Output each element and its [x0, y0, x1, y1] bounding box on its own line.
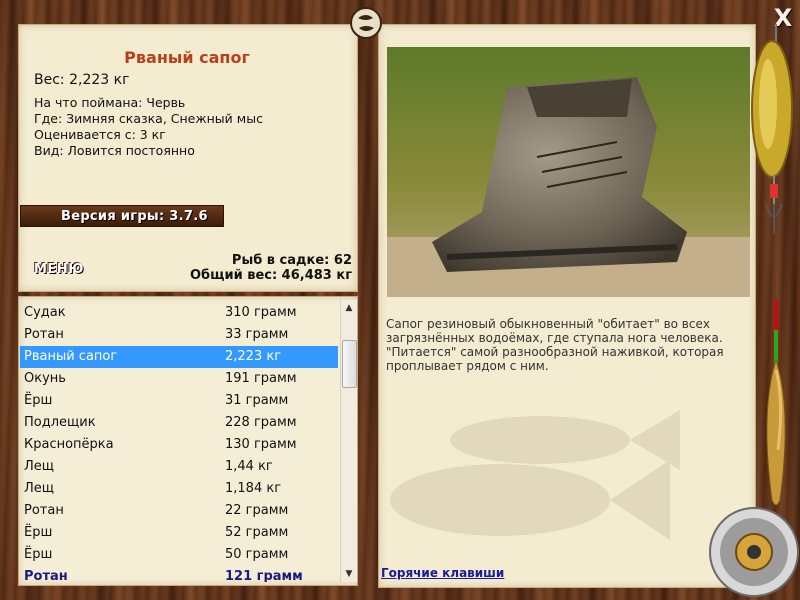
- spoon-lure-icon: [751, 24, 793, 234]
- hotkeys-link[interactable]: Горячие клавиши: [381, 566, 504, 580]
- list-item-weight: 121 грамм: [225, 569, 303, 582]
- fish-watermark-icon: [390, 410, 680, 540]
- catch-list[interactable]: Судак 310 грамм Ротан 33 грамм Рваный сапог 2…: [20, 302, 338, 582]
- list-item[interactable]: Ротан 121 грамм: [20, 566, 338, 582]
- list-item-weight: 2,223 кг: [225, 349, 282, 364]
- caught-with-text: На что поймана: Червь: [34, 95, 186, 110]
- game-version-banner: Версия игры: 3.7.6: [20, 205, 224, 227]
- list-item-weight: 1,184 кг: [225, 481, 282, 496]
- keepnet-stats: Рыб в садке: 62 Общий вес: 46,483 кг: [180, 253, 352, 283]
- fish-photo: [387, 47, 750, 297]
- list-item-weight: 22 грамм: [225, 503, 289, 518]
- list-item[interactable]: Рваный сапог 2,223 кг: [20, 346, 338, 368]
- list-item[interactable]: Окунь 191 грамм: [20, 368, 338, 390]
- list-item-weight: 50 грамм: [225, 547, 289, 562]
- fishing-float-icon: [766, 300, 786, 506]
- list-item-name: Подлещик: [24, 415, 96, 430]
- list-item-name: Окунь: [24, 371, 66, 386]
- list-item-weight: 191 грамм: [225, 371, 297, 386]
- scroll-down-arrow-icon[interactable]: ▼: [341, 566, 357, 582]
- list-item-weight: 228 грамм: [225, 415, 297, 430]
- fish-details: На что поймана: Червь Где: Зимняя сказка…: [34, 95, 263, 159]
- list-item[interactable]: Краснопёрка 130 грамм: [20, 434, 338, 456]
- fishing-line-spool-icon: [709, 507, 799, 597]
- list-item[interactable]: Ёрш 31 грамм: [20, 390, 338, 412]
- list-item[interactable]: Лещ 1,184 кг: [20, 478, 338, 500]
- list-item-weight: 31 грамм: [225, 393, 289, 408]
- valued-from-text: Оценивается с: 3 кг: [34, 127, 166, 142]
- list-item-name: Ротан: [24, 569, 68, 582]
- list-item-name: Рваный сапог: [24, 349, 118, 364]
- list-item[interactable]: Ротан 22 грамм: [20, 500, 338, 522]
- list-item-weight: 310 грамм: [225, 305, 297, 320]
- list-item-name: Ёрш: [24, 393, 53, 408]
- scroll-up-arrow-icon[interactable]: ▲: [341, 300, 357, 316]
- list-item-name: Ёрш: [24, 547, 53, 562]
- list-item[interactable]: Ёрш 50 грамм: [20, 544, 338, 566]
- fish-type-text: Вид: Ловится постоянно: [34, 143, 195, 158]
- fish-weight: Вес: 2,223 кг: [34, 72, 130, 88]
- list-item-name: Ёрш: [24, 525, 53, 540]
- list-item-weight: 52 грамм: [225, 525, 289, 540]
- pisces-emblem-icon: [350, 7, 382, 39]
- list-item[interactable]: Судак 310 грамм: [20, 302, 338, 324]
- list-item[interactable]: Ёрш 52 грамм: [20, 522, 338, 544]
- list-item-name: Лещ: [24, 481, 55, 496]
- fish-count-text: Рыб в садке: 62: [231, 253, 352, 268]
- list-item-weight: 1,44 кг: [225, 459, 273, 474]
- list-item-name: Лещ: [24, 459, 55, 474]
- list-item[interactable]: Ротан 33 грамм: [20, 324, 338, 346]
- list-item-name: Судак: [24, 305, 66, 320]
- list-item-name: Ротан: [24, 503, 64, 518]
- fish-title: Рваный сапог: [124, 48, 250, 67]
- scrollbar-thumb[interactable]: [342, 340, 357, 388]
- total-weight-text: Общий вес: 46,483 кг: [189, 268, 352, 283]
- list-item[interactable]: Лещ 1,44 кг: [20, 456, 338, 478]
- list-item-name: Ротан: [24, 327, 64, 342]
- menu-button[interactable]: МЕНЮ: [34, 260, 83, 280]
- list-item-name: Краснопёрка: [24, 437, 114, 452]
- fish-description: Сапог резиновый обыкновенный "обитает" в…: [386, 317, 724, 373]
- list-item-weight: 130 грамм: [225, 437, 297, 452]
- list-item-weight: 33 грамм: [225, 327, 289, 342]
- location-text: Где: Зимняя сказка, Снежный мыс: [34, 111, 263, 126]
- list-scrollbar[interactable]: ▲ ▼: [340, 300, 357, 582]
- list-item[interactable]: Подлещик 228 грамм: [20, 412, 338, 434]
